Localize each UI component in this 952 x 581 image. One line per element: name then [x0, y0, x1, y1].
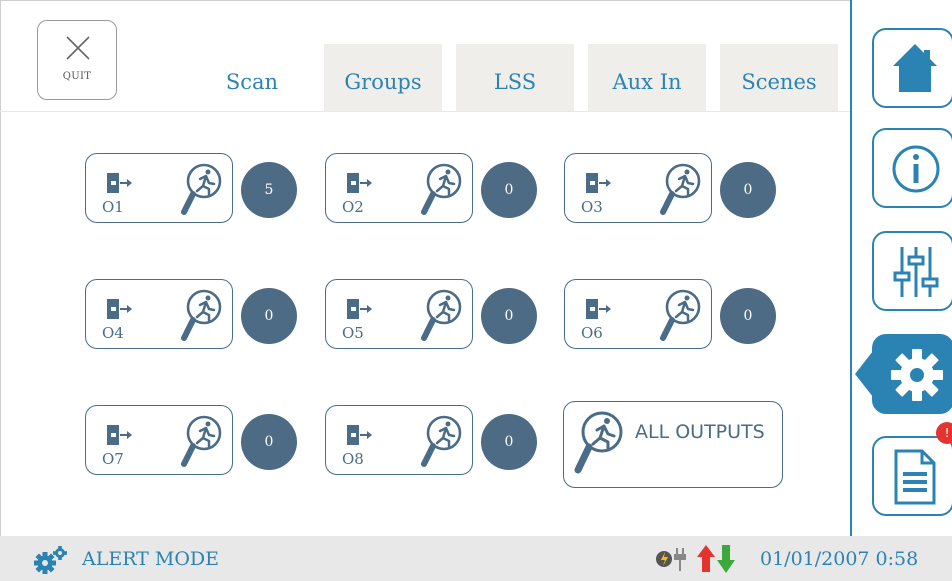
up-down-arrows-icon: [697, 545, 735, 573]
output-button-o7[interactable]: O7: [85, 405, 233, 475]
tab-lss[interactable]: LSS: [456, 44, 574, 112]
emergency-scan-icon: [418, 161, 464, 221]
notification-badge: !: [936, 422, 952, 444]
sidebar-home-button[interactable]: [872, 28, 952, 108]
emergency-scan-icon: [418, 287, 464, 347]
output-button-o6[interactable]: O6: [564, 279, 712, 349]
alert-mode-label: ALERT MODE: [82, 548, 220, 570]
status-bar: ALERT MODE 01/01/2007 0:58: [0, 536, 952, 581]
home-icon: [893, 44, 937, 92]
output-name: O8: [342, 450, 364, 468]
output-count-badge: 0: [241, 288, 297, 344]
emergency-scan-icon: [657, 161, 703, 221]
tab-divider: [0, 111, 850, 112]
exit-door-icon: [346, 424, 372, 450]
emergency-scan-icon: [178, 287, 224, 347]
datetime: 01/01/2007 0:58: [760, 548, 919, 570]
exit-door-icon: [106, 424, 132, 450]
sidebar-settings-sliders-button[interactable]: [872, 231, 952, 311]
exit-door-icon: [346, 172, 372, 198]
exit-door-icon: [106, 172, 132, 198]
quit-label: QUIT: [62, 71, 92, 82]
gears-icon: [34, 546, 67, 574]
output-name: O2: [342, 198, 364, 216]
gear-icon: [891, 349, 943, 401]
output-name: O7: [102, 450, 124, 468]
output-button-o8[interactable]: O8: [325, 405, 473, 475]
emergency-scan-icon: [657, 287, 703, 347]
output-name: O5: [342, 324, 364, 342]
emergency-scan-icon: [178, 413, 224, 473]
emergency-scan-icon: [574, 411, 623, 474]
power-plug-icon: [656, 548, 686, 571]
output-count-badge: 0: [481, 162, 537, 218]
emergency-scan-icon: [178, 161, 224, 221]
output-count-badge: 0: [481, 288, 537, 344]
output-button-o5[interactable]: O5: [325, 279, 473, 349]
all-outputs-button[interactable]: ALL OUTPUTS: [563, 401, 783, 488]
tab-scan[interactable]: Scan: [193, 44, 311, 112]
output-name: O3: [581, 198, 603, 216]
output-name: O1: [102, 198, 124, 216]
sidebar-info-button[interactable]: [872, 128, 952, 208]
tab-aux-in[interactable]: Aux In: [588, 44, 706, 112]
sidebar-config-button[interactable]: [872, 334, 952, 414]
exit-door-icon: [585, 298, 611, 324]
exit-door-icon: [585, 172, 611, 198]
exit-door-icon: [346, 298, 372, 324]
quit-button[interactable]: QUIT: [37, 20, 117, 100]
emergency-scan-icon: [418, 413, 464, 473]
close-icon: [66, 36, 90, 60]
output-count-badge: 0: [241, 414, 297, 470]
output-button-o1[interactable]: O1: [85, 153, 233, 223]
selection-pointer: [855, 351, 873, 397]
info-icon: [892, 145, 940, 193]
output-name: O4: [102, 324, 124, 342]
sidebar-log-button[interactable]: [872, 436, 952, 516]
tab-groups[interactable]: Groups: [324, 44, 442, 112]
exit-door-icon: [106, 298, 132, 324]
output-count-badge: 0: [720, 162, 776, 218]
output-count-badge: 5: [241, 162, 297, 218]
tab-scenes[interactable]: Scenes: [720, 44, 838, 112]
output-button-o3[interactable]: O3: [564, 153, 712, 223]
output-name: O6: [581, 324, 603, 342]
output-button-o4[interactable]: O4: [85, 279, 233, 349]
document-icon: [894, 449, 936, 505]
all-outputs-label: ALL OUTPUTS: [635, 421, 765, 443]
output-count-badge: 0: [720, 288, 776, 344]
output-count-badge: 0: [481, 414, 537, 470]
output-button-o2[interactable]: O2: [325, 153, 473, 223]
sliders-icon: [893, 247, 939, 297]
